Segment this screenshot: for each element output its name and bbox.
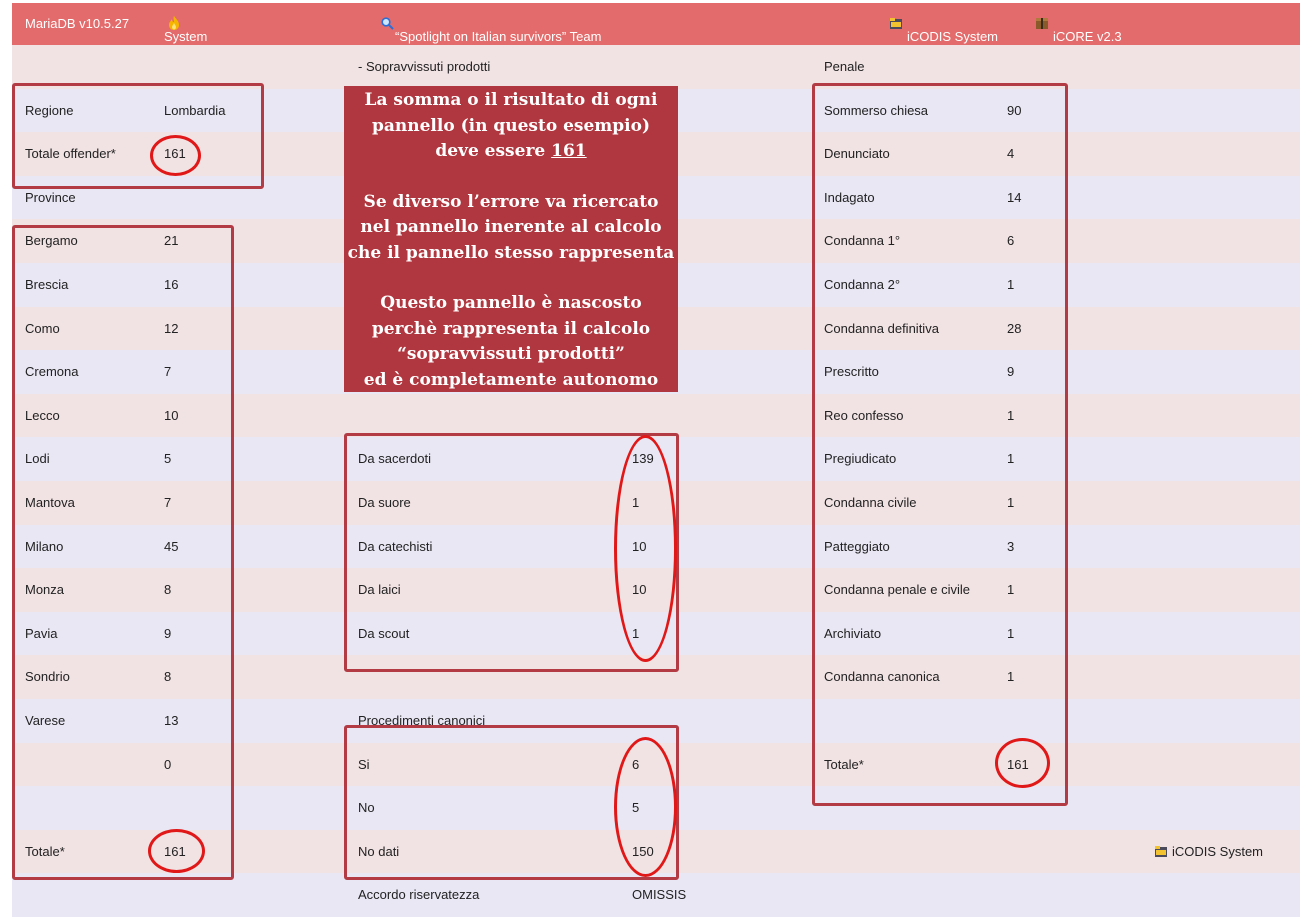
canonici-values-circle — [614, 737, 677, 877]
db-version: MariaDB v10.5.27 — [25, 16, 130, 31]
note-line: ed è completamente autonomo — [363, 369, 659, 390]
province-total-circle — [148, 829, 205, 873]
magnifier-icon — [381, 17, 394, 30]
penale-header: Penale — [824, 59, 865, 74]
note-line: “sopravvissuti prodotti” — [397, 344, 625, 364]
package-icon — [1036, 18, 1048, 29]
note-line: perchè rappresenta il calcolo — [371, 318, 651, 339]
icodis-link[interactable]: iCODIS System — [889, 16, 998, 44]
note-line: Se diverso l’errore va ricercato — [363, 191, 659, 212]
icore-label: iCORE v2.3 — [1053, 29, 1122, 44]
footer-icodis-label: iCODIS System — [1172, 843, 1264, 859]
note-line: deve essere 161 — [344, 139, 678, 165]
survivors-values-circle — [614, 435, 677, 662]
penale-total-circle — [995, 738, 1050, 788]
note-line-prefix: deve essere — [435, 141, 552, 161]
province-panel-outline — [12, 225, 234, 880]
icore-link[interactable]: iCORE v2.3 — [1035, 16, 1122, 44]
survivors-header: - Sopravvissuti prodotti — [358, 59, 491, 74]
accordo-value: OMISSIS — [632, 887, 687, 903]
penale-panel-outline — [812, 83, 1068, 806]
folder-icon — [1155, 845, 1167, 857]
system-menu[interactable]: System — [164, 16, 207, 44]
note-line: La somma o il risultato di ogni — [364, 90, 658, 110]
note-total-value: 161 — [551, 141, 587, 161]
note-line: che il pannello stesso rappresenta — [347, 242, 675, 263]
icodis-label: iCODIS System — [907, 29, 999, 44]
note-line: nel pannello inerente al calcolo — [360, 217, 662, 237]
team-link[interactable]: “Spotlight on Italian survivors” Team — [381, 16, 601, 44]
offender-total-circle — [150, 135, 201, 176]
explanation-note: La somma o il risultato di ogni pannello… — [344, 86, 678, 392]
regione-panel-outline — [12, 83, 264, 189]
fire-icon — [169, 16, 179, 30]
footer-icodis[interactable]: iCODIS System — [1154, 844, 1263, 859]
note-line: Questo pannello è nascosto — [380, 293, 642, 313]
accordo-label: Accordo riservatezza — [358, 887, 480, 903]
system-label: System — [164, 29, 208, 44]
top-bar: MariaDB v10.5.27 System “Spotlight on It… — [12, 3, 1300, 45]
province-label: Province — [25, 189, 76, 205]
team-label: “Spotlight on Italian survivors” Team — [395, 29, 602, 44]
note-line: pannello (in questo esempio) — [371, 115, 651, 136]
folder-icon — [890, 18, 902, 29]
